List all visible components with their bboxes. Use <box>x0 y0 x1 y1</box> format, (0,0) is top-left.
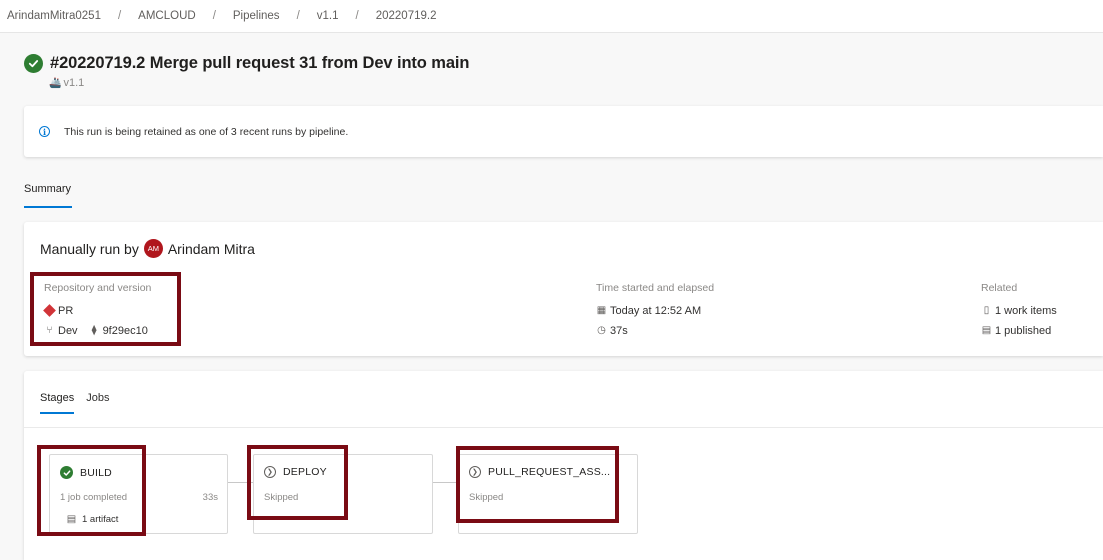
breadcrumb-separator: / <box>212 10 216 22</box>
time-section: Time started and elapsed ▦ Today at 12:5… <box>596 282 714 341</box>
stage-artifact[interactable]: ▤ 1 artifact <box>66 514 119 525</box>
time-label: Time started and elapsed <box>596 282 715 294</box>
stage-connector <box>433 482 458 483</box>
page-title: #20220719.2 Merge pull request 31 from D… <box>50 54 470 72</box>
elapsed-row: ◷ 37s <box>596 321 714 340</box>
tab-jobs[interactable]: Jobs <box>86 392 109 414</box>
breadcrumb-separator: / <box>355 10 359 22</box>
started-row: ▦ Today at 12:52 AM <box>596 301 714 320</box>
run-by-user[interactable]: Arindam Mitra <box>168 241 255 257</box>
tab-stages[interactable]: Stages <box>40 392 75 414</box>
version-row: ⑂ Dev ⧫ 9f29ec10 <box>44 321 151 340</box>
related-section: Related ▯ 1 work items ▤ 1 published <box>981 282 1057 341</box>
stage-connector <box>228 482 253 483</box>
stage-build-title: BUILD <box>60 466 112 479</box>
pipeline-icon: 🚢 <box>49 77 62 89</box>
calendar-icon: ▦ <box>596 305 607 316</box>
stage-deploy[interactable]: ❯ DEPLOY Skipped <box>253 454 433 534</box>
work-items-link[interactable]: 1 work items <box>995 305 1057 317</box>
stage-deploy-title: ❯ DEPLOY <box>264 466 327 478</box>
repository-name[interactable]: PR <box>58 305 73 317</box>
breadcrumb-run[interactable]: 20220719.2 <box>376 10 437 22</box>
commit-id[interactable]: 9f29ec10 <box>103 325 148 337</box>
run-by-label: Manually run by <box>40 240 139 257</box>
stage-meta: Skipped <box>469 492 504 503</box>
run-by: Manually run by AM Arindam Mitra <box>40 239 255 258</box>
repository-row[interactable]: PR <box>43 301 151 320</box>
stage-name: PULL_REQUEST_ASS... <box>488 466 611 478</box>
breadcrumb-separator: / <box>117 10 122 22</box>
clock-icon: ◷ <box>597 325 606 336</box>
run-header: #20220719.2 Merge pull request 31 from D… <box>24 54 469 73</box>
stage-name: DEPLOY <box>283 466 327 478</box>
stage-meta: 1 job completed <box>60 492 128 503</box>
work-item-icon: ▯ <box>983 305 990 316</box>
stage-name: BUILD <box>80 466 112 479</box>
breadcrumb-pipelines[interactable]: Pipelines <box>233 10 280 22</box>
repository-label: Repository and version <box>44 282 152 294</box>
artifact-icon: ▤ <box>981 325 992 336</box>
divider <box>24 427 1103 428</box>
branch-name[interactable]: Dev <box>58 325 78 337</box>
stages-card: Stages Jobs BUILD 1 job completed 33s ▤ … <box>24 371 1103 560</box>
stage-pull-request-title: ❯ PULL_REQUEST_ASS... <box>469 466 610 478</box>
elapsed-time: 37s <box>610 324 628 337</box>
banner-message: This run is being retained as one of 3 r… <box>64 125 349 138</box>
summary-card: Manually run by AM Arindam Mitra Reposit… <box>24 222 1103 356</box>
skipped-icon: ❯ <box>264 466 276 478</box>
tab-summary[interactable]: Summary <box>24 183 72 208</box>
pipeline-subtitle: 🚢 v1.1 <box>49 77 84 89</box>
artifact-icon: ▤ <box>66 514 77 525</box>
stage-pull-request[interactable]: ❯ PULL_REQUEST_ASS... Skipped <box>458 454 638 534</box>
related-label: Related <box>981 282 1018 294</box>
published-row[interactable]: ▤ 1 published <box>981 321 1057 340</box>
published-link[interactable]: 1 published <box>995 325 1051 337</box>
breadcrumb-separator: / <box>296 10 300 22</box>
retention-banner: i This run is being retained as one of 3… <box>24 106 1103 157</box>
stages-tabs: Stages Jobs <box>40 392 122 414</box>
commit-icon: ⧫ <box>91 325 97 336</box>
stage-build[interactable]: BUILD 1 job completed 33s ▤ 1 artifact <box>49 454 228 534</box>
work-items-row[interactable]: ▯ 1 work items <box>981 301 1057 320</box>
pipeline-name[interactable]: v1.1 <box>63 77 84 89</box>
avatar[interactable]: AM <box>143 239 163 258</box>
breadcrumb: ArindamMitra0251 / AMCLOUD / Pipelines /… <box>0 0 1103 33</box>
info-icon: i <box>39 126 50 137</box>
breadcrumb-pipeline[interactable]: v1.1 <box>317 10 339 22</box>
success-check-icon <box>60 466 73 479</box>
skipped-icon: ❯ <box>469 466 481 478</box>
success-check-icon <box>24 54 43 73</box>
breadcrumb-org[interactable]: ArindamMitra0251 <box>7 10 101 22</box>
breadcrumb-project[interactable]: AMCLOUD <box>138 10 196 22</box>
started-time: Today at 12:52 AM <box>610 304 702 317</box>
stage-duration: 33s <box>202 492 218 503</box>
stage-meta: Skipped <box>264 492 299 503</box>
stage-artifact-label[interactable]: 1 artifact <box>82 514 118 525</box>
git-repo-icon <box>43 304 56 317</box>
branch-icon: ⑂ <box>46 325 53 336</box>
repository-section: Repository and version PR ⑂ Dev ⧫ 9f29ec… <box>43 282 152 341</box>
